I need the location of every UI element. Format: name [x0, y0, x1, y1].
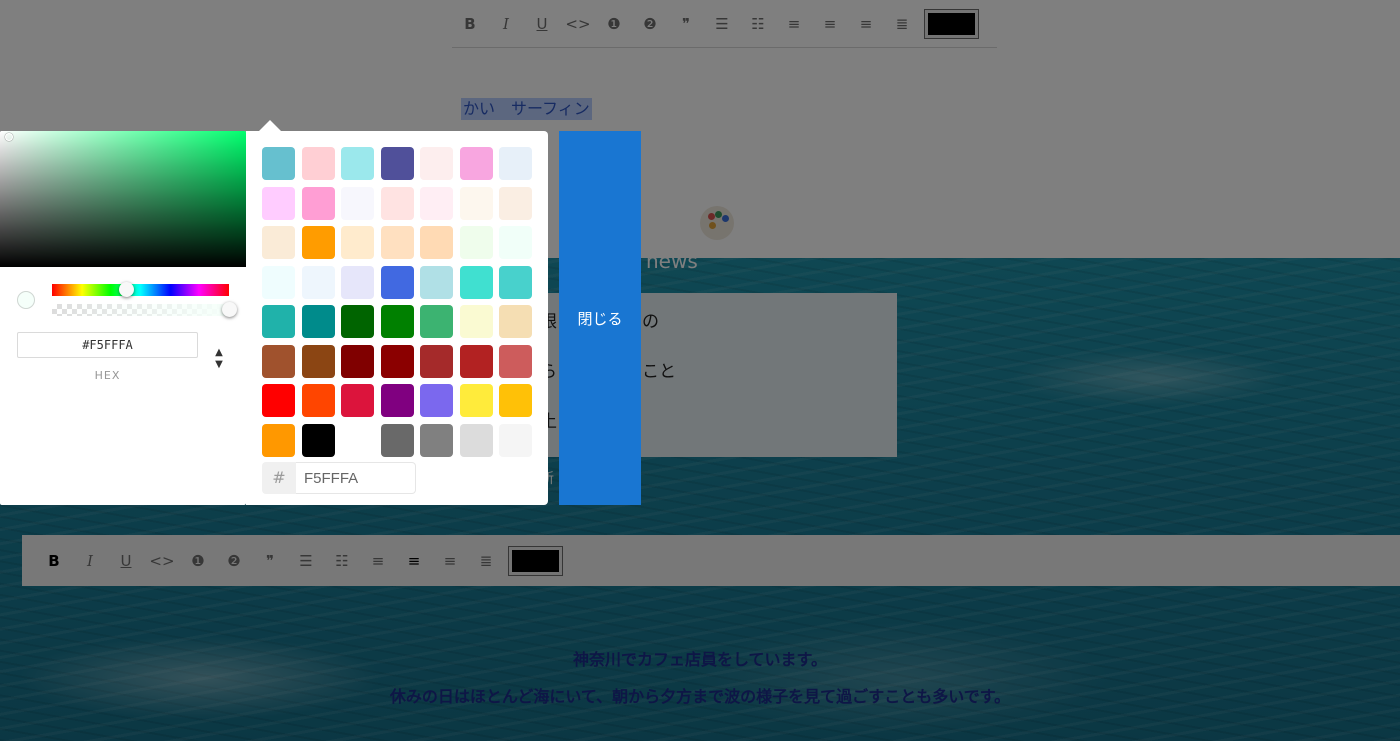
color-swatch[interactable]: [499, 384, 532, 417]
color-swatch[interactable]: [341, 147, 374, 180]
color-swatch[interactable]: [262, 305, 295, 338]
color-swatch[interactable]: [420, 265, 453, 299]
close-button[interactable]: 閉じる: [559, 131, 641, 505]
color-swatch[interactable]: [341, 305, 374, 338]
color-swatch[interactable]: [380, 423, 414, 457]
color-swatch[interactable]: [499, 344, 532, 378]
alpha-slider-thumb[interactable]: [222, 302, 237, 317]
color-swatch[interactable]: [380, 305, 414, 338]
color-swatch[interactable]: [262, 344, 295, 378]
color-swatch[interactable]: [420, 186, 453, 220]
hue-slider[interactable]: [52, 284, 229, 296]
color-swatch[interactable]: [499, 226, 532, 259]
color-swatch[interactable]: [301, 384, 335, 417]
color-swatch[interactable]: [301, 186, 335, 220]
saturation-area[interactable]: [0, 131, 246, 267]
color-swatch[interactable]: [341, 186, 374, 220]
color-swatch[interactable]: [459, 344, 493, 378]
color-swatch[interactable]: [380, 384, 414, 417]
color-swatch[interactable]: [459, 147, 493, 180]
color-swatch[interactable]: [301, 226, 335, 259]
hex-input[interactable]: [17, 332, 198, 358]
swatch-hex-input[interactable]: [296, 462, 416, 494]
color-swatch[interactable]: [262, 186, 295, 220]
color-swatch[interactable]: [459, 186, 493, 220]
color-swatch[interactable]: [420, 147, 453, 180]
color-preview: [17, 291, 35, 309]
swatch-panel: #: [246, 120, 548, 505]
color-swatch[interactable]: [262, 384, 295, 417]
color-swatch[interactable]: [499, 305, 532, 338]
color-swatch[interactable]: [420, 226, 453, 259]
color-swatch[interactable]: [341, 344, 374, 378]
hex-label: HEX: [94, 369, 121, 382]
color-swatch[interactable]: [262, 265, 295, 299]
color-swatch[interactable]: [262, 423, 295, 457]
alpha-slider[interactable]: [52, 304, 229, 316]
color-swatch[interactable]: [301, 265, 335, 299]
color-swatch[interactable]: [380, 265, 414, 299]
color-swatch[interactable]: [262, 147, 295, 180]
color-swatch[interactable]: [420, 305, 453, 338]
color-swatch[interactable]: [499, 186, 532, 220]
color-swatch[interactable]: [301, 344, 335, 378]
color-swatch[interactable]: [459, 226, 493, 259]
color-swatch[interactable]: [459, 384, 493, 417]
hash-label: #: [262, 462, 296, 494]
color-swatch[interactable]: [341, 265, 374, 299]
color-swatch[interactable]: [459, 265, 493, 299]
color-swatch[interactable]: [420, 423, 453, 457]
color-swatch[interactable]: [341, 423, 374, 457]
color-swatch[interactable]: [499, 423, 532, 457]
color-swatch[interactable]: [420, 384, 453, 417]
swatch-grid: [262, 147, 534, 457]
color-swatch[interactable]: [301, 305, 335, 338]
color-swatch[interactable]: [380, 147, 414, 180]
color-swatch[interactable]: [420, 344, 453, 378]
color-swatch[interactable]: [459, 305, 493, 338]
color-swatch[interactable]: [499, 147, 532, 180]
color-swatch[interactable]: [301, 423, 335, 457]
mode-toggle-icon[interactable]: ▲ ▼: [210, 347, 228, 375]
color-swatch[interactable]: [459, 423, 493, 457]
color-swatch[interactable]: [380, 186, 414, 220]
color-swatch[interactable]: [341, 384, 374, 417]
saturation-cursor[interactable]: [5, 133, 13, 141]
color-swatch[interactable]: [380, 344, 414, 378]
color-swatch[interactable]: [380, 226, 414, 259]
color-swatch[interactable]: [499, 265, 532, 299]
color-picker: HEX ▲▼: [0, 131, 246, 505]
color-swatch[interactable]: [341, 226, 374, 259]
color-swatch[interactable]: [301, 147, 335, 180]
color-swatch[interactable]: [262, 226, 295, 259]
